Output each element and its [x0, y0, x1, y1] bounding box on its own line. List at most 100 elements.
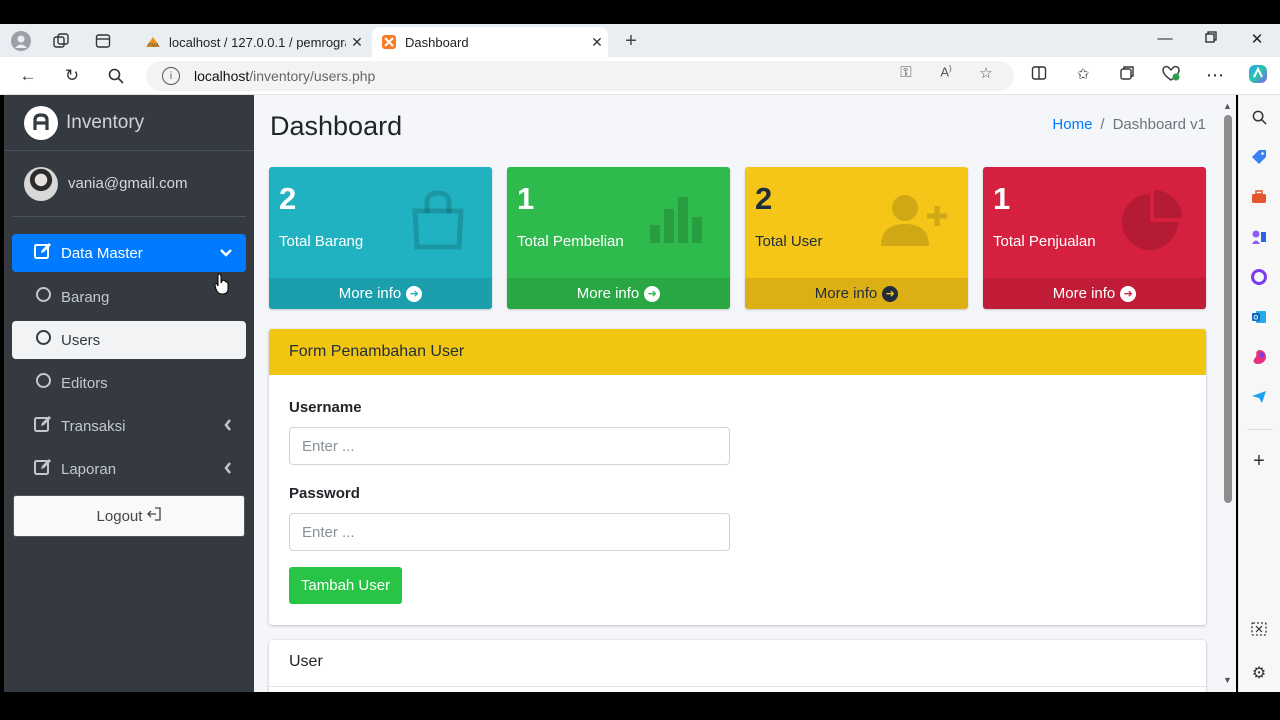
- arrow-circle-right-icon: ➜: [644, 285, 661, 302]
- user-email: vania@gmail.com: [68, 175, 188, 192]
- nav-data-master[interactable]: Data Master: [12, 234, 246, 272]
- edit-icon: [32, 242, 54, 265]
- more-info-label: More info: [576, 285, 640, 302]
- username-label: Username: [289, 399, 362, 416]
- toolbox-icon[interactable]: [1249, 187, 1269, 207]
- nav-transaksi[interactable]: Transaksi: [12, 407, 246, 445]
- user-plus-icon: [874, 185, 954, 255]
- close-tab-icon[interactable]: ✕: [586, 34, 608, 51]
- read-aloud-icon[interactable]: A): [936, 64, 956, 79]
- copilot-designer-icon[interactable]: [1249, 347, 1269, 367]
- more-info-label: More info: [814, 285, 878, 302]
- screenshot-icon[interactable]: [1249, 619, 1269, 639]
- content-wrapper: Dashboard Home / Dashboard v1 2 Total Ba…: [254, 95, 1220, 692]
- more-info-link[interactable]: More info ➜: [983, 278, 1206, 309]
- edit-icon: [32, 415, 54, 438]
- shopping-tag-icon[interactable]: [1249, 147, 1269, 167]
- minimize-icon[interactable]: —: [1153, 30, 1177, 47]
- brand-logo-icon: [24, 105, 58, 140]
- user-card-title: User: [289, 653, 323, 670]
- more-menu-icon[interactable]: ⋯: [1204, 65, 1226, 86]
- main-sidebar: Inventory vania@gmail.com Data Master Ba…: [4, 95, 254, 692]
- circle-icon: [32, 287, 54, 307]
- more-info-link[interactable]: More info ➜: [745, 278, 968, 309]
- sign-out-icon: [147, 507, 162, 525]
- add-user-button[interactable]: Tambah User: [289, 567, 402, 604]
- brand-text: Inventory: [66, 111, 145, 133]
- add-icon[interactable]: +: [1249, 450, 1269, 472]
- pie-chart-icon: [1112, 185, 1192, 255]
- sidebar-divider: [1247, 429, 1273, 430]
- restore-icon[interactable]: [1199, 30, 1223, 47]
- microsoft-365-icon[interactable]: [1249, 267, 1269, 287]
- stat-label: Total Penjualan: [993, 233, 1096, 250]
- stat-value: 1: [993, 181, 1011, 216]
- url-path: /inventory/users.php: [249, 68, 376, 84]
- close-window-icon[interactable]: ✕: [1245, 30, 1269, 48]
- refresh-icon[interactable]: ↻: [60, 64, 84, 88]
- stat-label: Total User: [755, 233, 823, 250]
- username-input[interactable]: [289, 427, 730, 465]
- sidebar-search-icon[interactable]: [1249, 107, 1269, 127]
- arrow-circle-right-icon: ➜: [1120, 285, 1137, 302]
- brand-link[interactable]: Inventory: [4, 95, 254, 151]
- chevron-down-icon: [220, 246, 232, 261]
- nav-editors[interactable]: Editors: [12, 364, 246, 402]
- card-divider: [269, 686, 1206, 687]
- password-input[interactable]: [289, 513, 730, 551]
- new-tab-icon[interactable]: +: [620, 30, 642, 52]
- xampp-icon: [381, 34, 397, 50]
- favorite-star-icon[interactable]: ☆: [976, 64, 996, 82]
- settings-gear-icon[interactable]: ⚙: [1249, 663, 1269, 683]
- stat-value: 2: [755, 181, 773, 216]
- collections-icon[interactable]: [1116, 65, 1138, 85]
- nav-barang[interactable]: Barang: [12, 278, 246, 316]
- scroll-up-icon[interactable]: ▲: [1223, 101, 1232, 111]
- games-icon[interactable]: [1249, 227, 1269, 247]
- avatar: [24, 166, 58, 201]
- nav-users[interactable]: Users: [12, 321, 246, 359]
- tab-actions-icon[interactable]: [92, 30, 114, 52]
- copilot-icon[interactable]: [1247, 63, 1269, 89]
- tab-title: Dashboard: [405, 34, 469, 50]
- scrollbar-thumb[interactable]: [1224, 115, 1232, 503]
- user-panel[interactable]: vania@gmail.com: [12, 151, 246, 217]
- nav-label: Laporan: [61, 460, 117, 478]
- svg-text:PMA: PMA: [148, 43, 160, 49]
- close-tab-icon[interactable]: ✕: [346, 34, 368, 51]
- circle-icon: [32, 373, 54, 393]
- more-info-link[interactable]: More info ➜: [269, 278, 492, 309]
- nav-label: Users: [61, 331, 101, 349]
- arrow-circle-right-icon: ➜: [406, 285, 423, 302]
- back-icon[interactable]: ←: [16, 64, 40, 88]
- nav-label: Transaksi: [61, 417, 126, 435]
- phpmyadmin-icon: PMA: [145, 34, 161, 50]
- url-bar[interactable]: i localhost/inventory/users.php: [146, 61, 1014, 91]
- scroll-down-icon[interactable]: ▼: [1223, 675, 1232, 685]
- chevron-left-icon: [224, 461, 232, 477]
- stat-box-total-penjualan: 1 Total Penjualan More info ➜: [983, 167, 1206, 309]
- password-key-icon[interactable]: ⚿: [896, 64, 916, 81]
- more-info-link[interactable]: More info ➜: [507, 278, 730, 309]
- profile-icon[interactable]: [10, 30, 32, 52]
- screen: PMA localhost / 127.0.0.1 / pemrogran ✕ …: [0, 0, 1280, 720]
- split-screen-icon[interactable]: [1028, 65, 1050, 85]
- shopping-bag-icon: [398, 185, 478, 255]
- browser-essentials-icon[interactable]: [1160, 65, 1182, 85]
- send-icon[interactable]: [1249, 387, 1269, 407]
- nav-label: Barang: [61, 288, 110, 306]
- page-scrollbar[interactable]: ▲ ▼: [1220, 95, 1236, 692]
- tab-phpmyadmin[interactable]: PMA localhost / 127.0.0.1 / pemrogran ✕: [136, 27, 368, 57]
- favorites-icon[interactable]: ✩: [1072, 65, 1094, 83]
- nav-label: Editors: [61, 374, 108, 392]
- tab-dashboard[interactable]: Dashboard ✕: [372, 27, 608, 57]
- logout-button[interactable]: Logout: [13, 495, 245, 537]
- site-info-icon[interactable]: i: [162, 67, 180, 85]
- search-icon[interactable]: [104, 64, 128, 88]
- outlook-icon[interactable]: O: [1249, 307, 1269, 327]
- nav-laporan[interactable]: Laporan: [12, 450, 246, 488]
- user-list-card: User: [269, 640, 1206, 692]
- breadcrumb-home[interactable]: Home: [1052, 116, 1092, 133]
- more-info-label: More info: [338, 285, 402, 302]
- workspaces-icon[interactable]: [50, 30, 72, 52]
